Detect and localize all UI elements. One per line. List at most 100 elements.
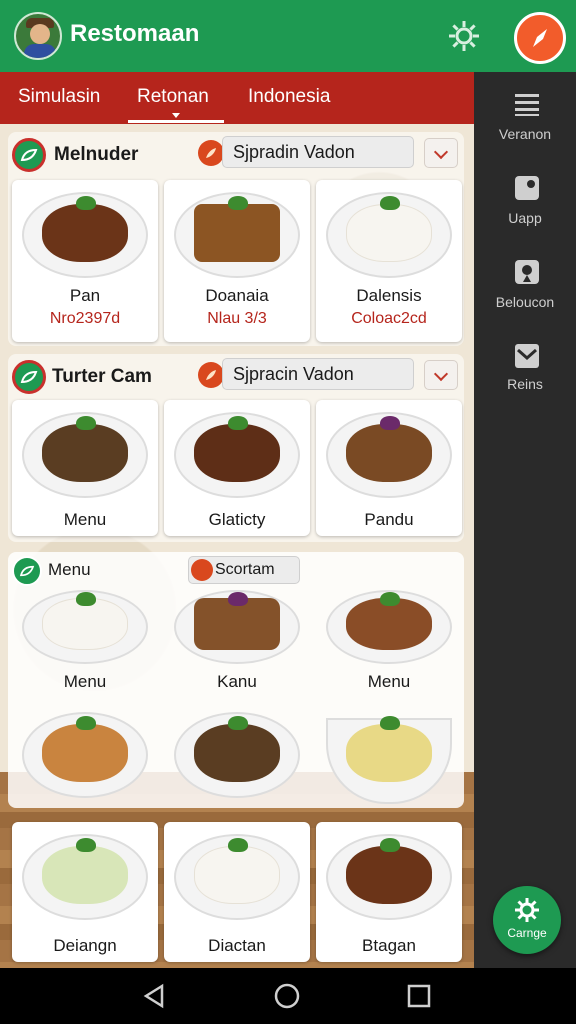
sidebar-item-uapp[interactable]: Uapp [474,172,576,242]
menu-card[interactable]: Dalensis Coloac2cd [316,180,462,342]
tab-caret-icon [172,113,180,118]
back-icon[interactable] [140,982,168,1010]
avatar[interactable] [14,12,62,60]
sidebar-item-label: Veranon [498,126,552,142]
sidebar-item-label: Reins [507,376,543,392]
menu-card[interactable]: Doanaia Nlau 3/3 [164,180,310,342]
dish-image [320,588,458,670]
compass-icon [533,29,547,47]
menu-card[interactable]: Kanu [164,588,310,692]
dish-image [16,702,154,798]
card-name: Btagan [362,936,416,955]
menu-card[interactable]: Menu [316,588,462,692]
dish-image [16,824,154,924]
section-melnuder: Melnuder Sjpradin Vadon Pan Nro2397d Doa… [8,132,464,346]
menu-card[interactable] [164,698,310,804]
menu-card[interactable]: Menu [12,588,158,692]
scortam-chip[interactable]: Scortam [188,556,300,584]
sidebar-item-reins[interactable]: Reins [474,340,576,410]
card-name: Dalensis [356,286,422,305]
variant-select[interactable]: Sjpradin Vadon [222,136,414,168]
chip-label: Scortam [215,561,275,578]
menu-card[interactable]: Diactan [164,822,310,962]
tab-retonan[interactable]: Retonan [137,86,209,108]
section-header: Turter Cam Sjpracin Vadon [8,354,464,398]
app-title: Restomaan [70,20,200,47]
card-price: Nlau 3/3 [207,310,267,327]
section-title: Menu [48,560,91,579]
card-price: Coloac2cd [351,310,427,327]
section-header: Melnuder Sjpradin Vadon [8,132,464,176]
leaf-badge-icon[interactable] [12,138,46,172]
card-name: Deiangn [53,936,117,955]
sidebar-item-veranon[interactable]: Veranon [474,86,576,156]
chili-badge-icon [198,362,224,388]
avatar-face [30,24,50,44]
card-name: Doanaia [205,286,269,305]
dish-image [320,824,458,924]
dish-image [168,824,306,924]
menu-card[interactable] [316,698,462,804]
tab-bar: Simulasin Retonan Indonesia [0,72,474,124]
right-sidebar: Veranon Uapp Beloucon Reins [474,72,576,968]
dish-image [16,588,154,670]
sidebar-item-beloucon[interactable]: Beloucon [474,256,576,326]
chevron-down-icon[interactable] [424,360,458,390]
variant-select[interactable]: Sjpracin Vadon [222,358,414,390]
dish-image [320,182,458,282]
system-nav-bar [0,968,576,1024]
sidebar-item-label: Uapp [508,210,542,226]
card-name: Menu [367,672,411,691]
chili-badge-icon [191,559,213,581]
avatar-body [24,44,56,58]
card-name: Glaticty [208,510,266,529]
leaf-badge-icon[interactable] [12,556,42,586]
card-price: Nro2397d [49,310,121,327]
dish-image [168,182,306,282]
gear-icon [515,898,539,922]
change-button-label: Carnge [507,926,547,940]
section-menu: Menu Scortam Menu Kanu Menu [8,552,464,808]
recents-icon[interactable] [405,982,433,1010]
sidebar-item-label: Beloucon [495,294,555,310]
camera-icon [515,176,539,200]
dish-image [320,402,458,502]
card-name: Pandu [364,510,414,529]
tab-indicator [128,120,224,123]
card-name: Menu [63,672,107,691]
dish-image [16,182,154,282]
menu-card[interactable]: Pan Nro2397d [12,180,158,342]
menu-card[interactable]: Btagan [316,822,462,962]
dish-image [168,702,306,798]
home-icon[interactable] [273,982,301,1010]
tab-simulasin[interactable]: Simulasin [18,86,100,108]
content-area[interactable]: Simulasin Retonan Indonesia Melnuder Sjp… [0,72,474,968]
dish-image [16,402,154,502]
card-name: Pan [69,286,101,305]
menu-card[interactable]: Deiangn [12,822,158,962]
menu-card[interactable] [12,698,158,804]
chevron-down-icon[interactable] [424,138,458,168]
dish-image [168,402,306,502]
leaf-badge-icon[interactable] [12,360,46,394]
location-icon [515,260,539,284]
menu-card[interactable]: Menu [12,400,158,536]
card-name: Diactan [208,936,266,955]
menu-icon [515,94,539,116]
dish-image [168,588,306,670]
section-title: Melnuder [54,144,139,165]
settings-gear-icon[interactable] [446,18,482,54]
dish-image [320,702,458,804]
card-name: Menu [63,510,107,529]
section-title: Turter Cam [52,366,152,387]
card-name: Kanu [217,672,257,691]
app-bar: Restomaan [0,0,576,72]
chili-badge-icon [198,140,224,166]
menu-card[interactable]: Glaticty [164,400,310,536]
menu-card[interactable]: Pandu [316,400,462,536]
compass-button[interactable] [514,12,566,64]
section-turter-cam: Turter Cam Sjpracin Vadon Menu Glaticty [8,354,464,542]
tab-indonesia[interactable]: Indonesia [248,86,330,108]
mail-icon [515,344,539,368]
change-button[interactable]: Carnge [493,886,561,954]
